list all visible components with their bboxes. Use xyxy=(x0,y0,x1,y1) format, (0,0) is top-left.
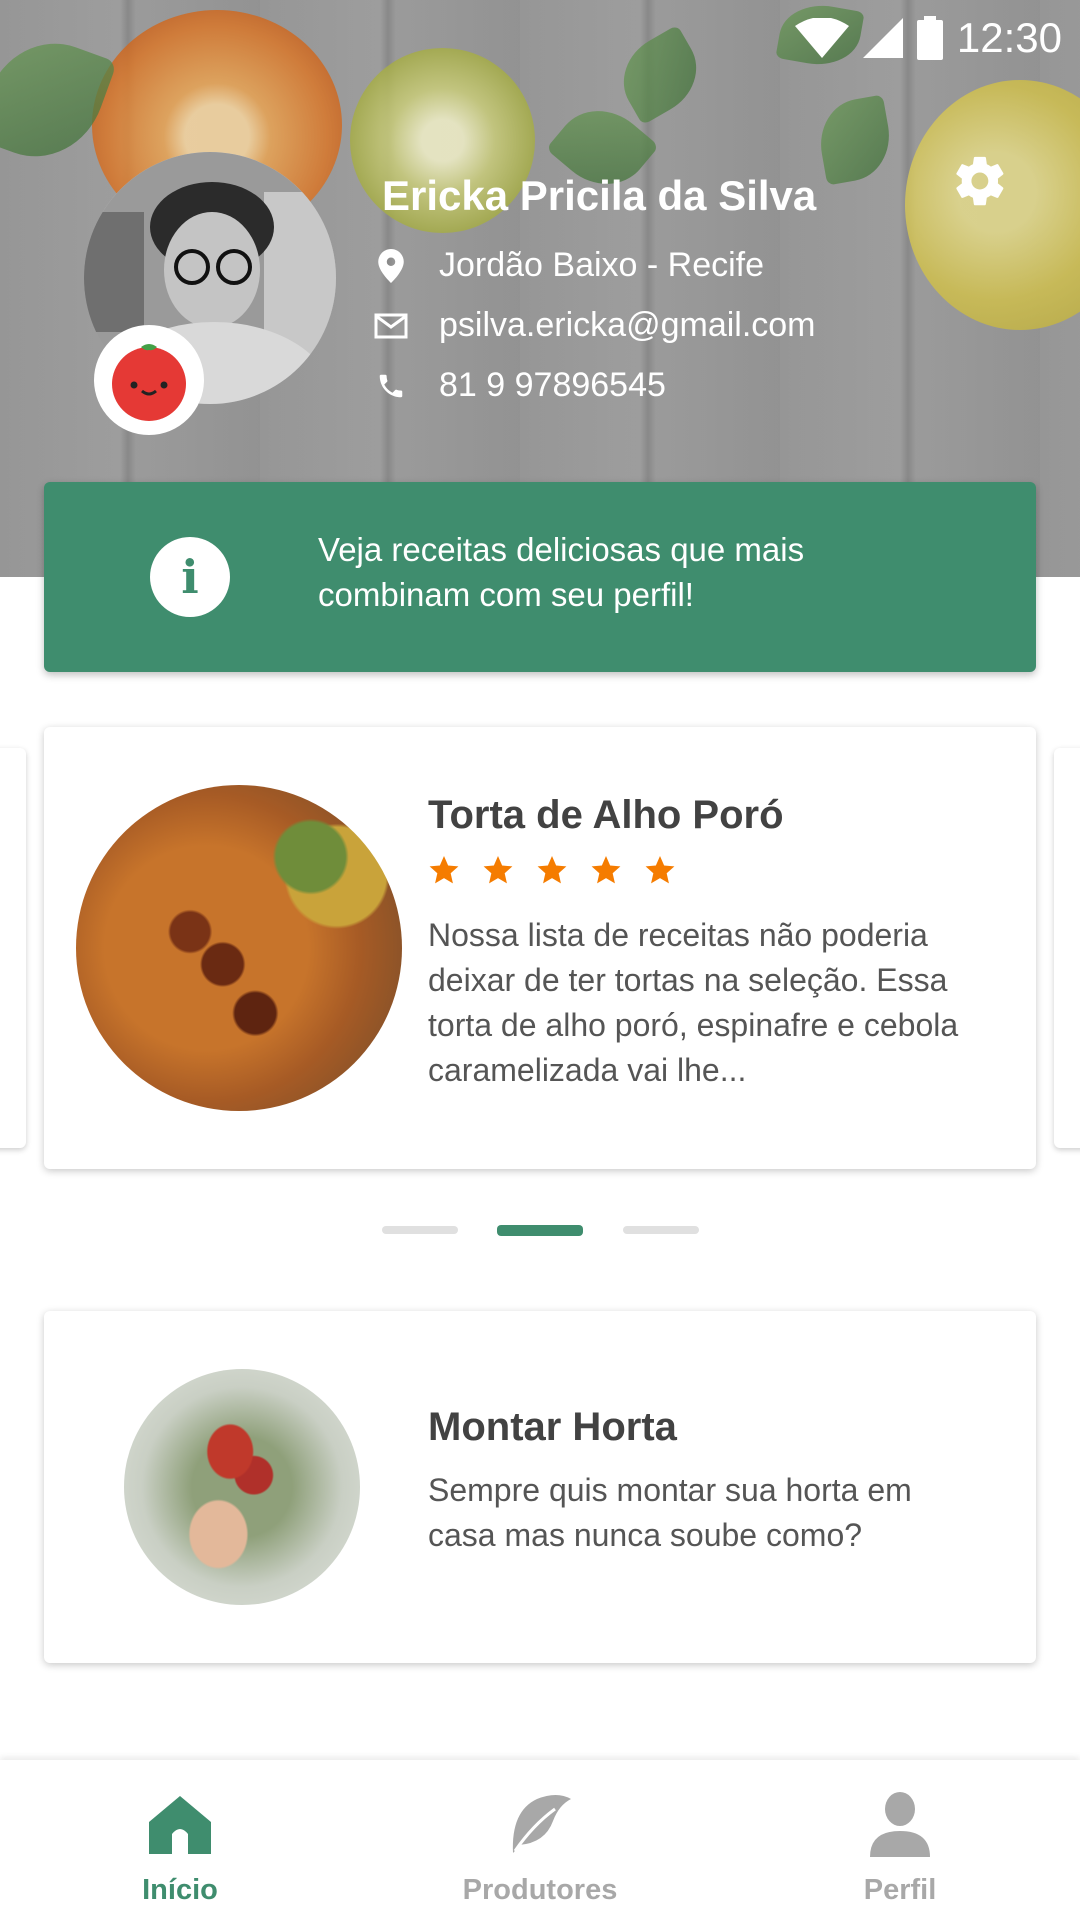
profile-name: Ericka Pricila da Silva xyxy=(382,172,817,219)
signal-icon xyxy=(862,18,903,58)
nav-perfil[interactable]: Perfil xyxy=(800,1760,1000,1920)
leaf-icon xyxy=(504,1788,576,1860)
carousel-dot[interactable] xyxy=(623,1226,699,1234)
tomato-icon xyxy=(112,344,186,421)
profile-location: Jordão Baixo - Recife xyxy=(439,246,765,284)
recipe-description: Nossa lista de receitas não poderia deix… xyxy=(428,917,959,1088)
gear-icon xyxy=(956,156,1004,206)
wifi-icon xyxy=(794,18,849,58)
background-leaf xyxy=(813,94,897,186)
nav-label: Início xyxy=(142,1874,218,1906)
nav-label: Produtores xyxy=(462,1874,618,1906)
carousel-dot-active[interactable] xyxy=(497,1225,583,1236)
profile-location-row: Jordão Baixo - Recife xyxy=(373,246,764,285)
profile-phone[interactable]: 81 9 97896545 xyxy=(439,366,666,405)
horta-image xyxy=(124,1369,360,1605)
horta-description: Sempre quis montar sua horta em casa mas… xyxy=(428,1472,912,1553)
carousel-dot[interactable] xyxy=(382,1226,458,1234)
profile-email-row: psilva.ericka@gmail.com xyxy=(373,306,816,345)
previous-card-peek[interactable] xyxy=(0,748,26,1148)
battery-icon xyxy=(916,16,943,60)
info-icon: i xyxy=(150,537,230,617)
rating-stars xyxy=(428,854,676,886)
bottom-navigation: Início Produtores Perfil xyxy=(0,1760,1080,1920)
tomato-badge xyxy=(94,325,204,435)
star-icon xyxy=(645,856,675,884)
mail-icon xyxy=(373,308,409,344)
nav-produtores[interactable]: Produtores xyxy=(440,1760,640,1920)
person-icon xyxy=(864,1788,936,1860)
horta-card[interactable]: Montar Horta Sempre quis montar sua hort… xyxy=(44,1311,1036,1663)
phone-icon xyxy=(373,368,409,404)
nav-inicio[interactable]: Início xyxy=(80,1760,280,1920)
star-icon xyxy=(429,856,459,884)
star-icon xyxy=(483,856,513,884)
carousel-indicator xyxy=(0,1225,1080,1236)
banner-message: Veja receitas deliciosas que mais combin… xyxy=(318,531,805,613)
star-icon xyxy=(537,856,567,884)
nav-label: Perfil xyxy=(863,1874,937,1906)
recipe-title: Torta de Alho Poró xyxy=(428,793,784,837)
horta-title: Montar Horta xyxy=(428,1405,677,1449)
status-time: 12:30 xyxy=(956,14,1062,61)
background-leaf xyxy=(607,24,713,126)
star-icon xyxy=(591,856,621,884)
recipes-info-banner[interactable]: i Veja receitas deliciosas que mais comb… xyxy=(44,482,1036,672)
profile-phone-row: 81 9 97896545 xyxy=(373,366,666,405)
location-pin-icon xyxy=(373,248,409,284)
settings-button[interactable] xyxy=(951,152,1009,210)
profile-email[interactable]: psilva.ericka@gmail.com xyxy=(439,306,816,345)
recipe-image xyxy=(76,785,402,1111)
home-icon xyxy=(144,1788,216,1860)
status-bar: 12:30 xyxy=(794,8,1062,68)
recipe-card[interactable]: Torta de Alho Poró Nossa lista de receit… xyxy=(44,727,1036,1169)
next-card-peek[interactable] xyxy=(1054,748,1080,1148)
